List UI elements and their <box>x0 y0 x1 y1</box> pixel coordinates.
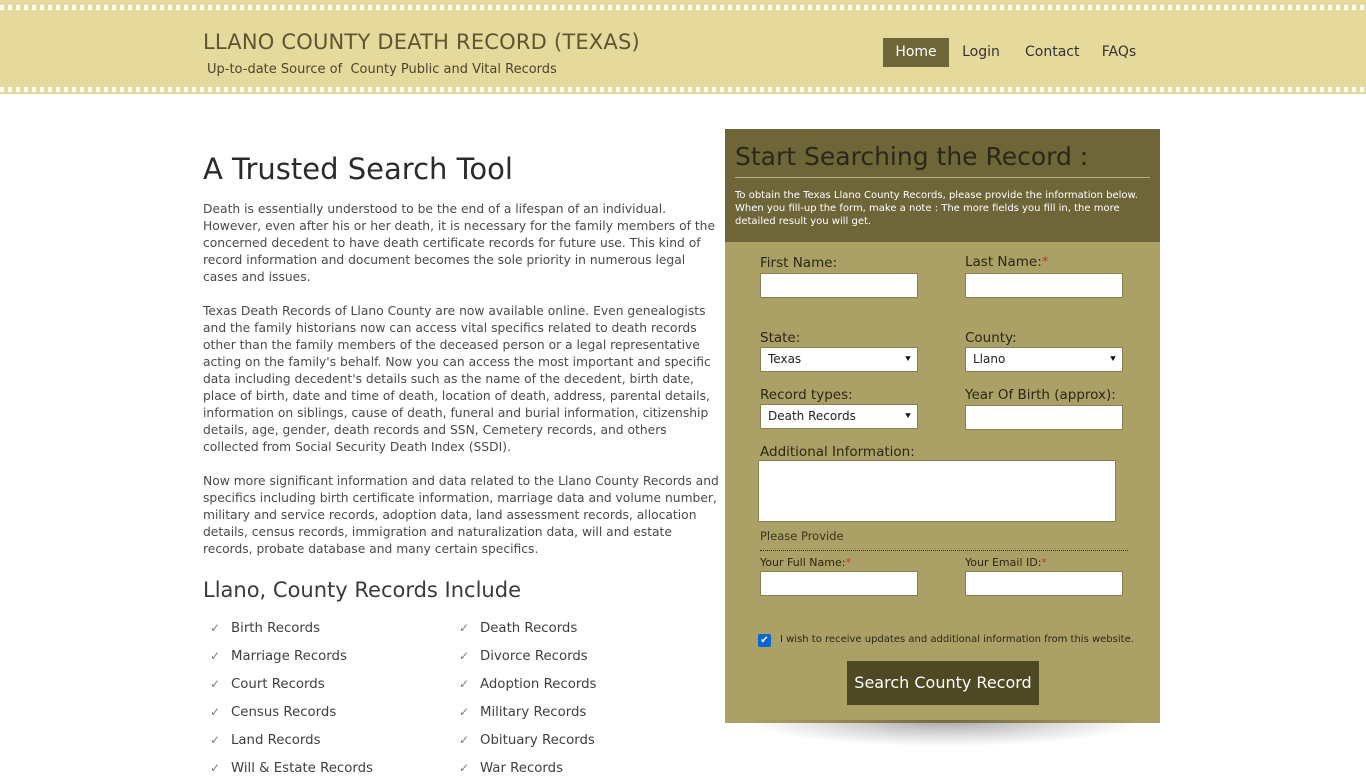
form-header: Start Searching the Record : To obtain t… <box>725 129 1160 242</box>
additional-info-textarea[interactable] <box>758 460 1116 522</box>
search-form: Start Searching the Record : To obtain t… <box>725 129 1160 723</box>
nav-home[interactable]: Home <box>883 38 949 67</box>
checkmark-icon: ✔ <box>760 635 769 646</box>
record-item: ✓ Military Records <box>459 702 586 722</box>
record-item-label: Obituary Records <box>480 733 595 748</box>
email-label: Your Email ID:* <box>965 556 1047 569</box>
state-select[interactable]: Texas ⯆ <box>760 347 918 372</box>
nav-login[interactable]: Login <box>960 38 1002 67</box>
required-mark: * <box>1041 254 1049 270</box>
intro-paragraph: Death is essentially understood to be th… <box>203 202 716 284</box>
checkmark-icon: ✓ <box>210 705 221 719</box>
record-types-label: Record types: <box>760 387 853 403</box>
record-item: ✓ Land Records <box>210 730 321 750</box>
checkmark-icon: ✓ <box>210 677 221 691</box>
state-value: Texas <box>768 352 802 366</box>
record-item-label: Will & Estate Records <box>231 761 373 776</box>
last-name-input[interactable] <box>965 273 1123 298</box>
site-title[interactable]: LLANO COUNTY DEATH RECORD (TEXAS) <box>203 30 640 54</box>
record-item: ✓ Divorce Records <box>459 646 588 666</box>
checkmark-icon: ✓ <box>210 733 221 747</box>
record-types-value: Death Records <box>768 409 856 423</box>
record-item: ✓ Will & Estate Records <box>210 758 373 778</box>
first-name-input[interactable] <box>760 273 918 298</box>
record-item-label: Adoption Records <box>480 677 597 692</box>
record-item-label: Court Records <box>231 677 325 692</box>
full-name-label: Your Full Name:* <box>760 556 851 569</box>
checkmark-icon: ✓ <box>459 705 470 719</box>
chevron-down-icon: ⯆ <box>904 411 912 422</box>
checkmark-icon: ✓ <box>210 761 221 775</box>
record-item: ✓ Adoption Records <box>459 674 596 694</box>
additional-info-label: Additional Information: <box>760 444 915 460</box>
updates-label: I wish to receive updates and additional… <box>780 634 1134 645</box>
required-mark: * <box>845 556 851 569</box>
county-value: Llano <box>973 352 1006 366</box>
form-title: Start Searching the Record : <box>735 142 1089 171</box>
record-item: ✓ Obituary Records <box>459 730 595 750</box>
county-select[interactable]: Llano ⯆ <box>965 347 1123 372</box>
site-tagline: Up-to-date Source of County Public and V… <box>207 62 557 77</box>
form-description: To obtain the Texas Llano County Records… <box>735 190 1138 227</box>
year-of-birth-input[interactable] <box>965 405 1123 430</box>
full-name-input[interactable] <box>760 571 918 596</box>
chevron-down-icon: ⯆ <box>904 354 912 365</box>
record-item: ✓ Census Records <box>210 702 336 722</box>
record-item-label: Land Records <box>231 733 321 748</box>
county-label: County: <box>965 330 1017 346</box>
email-input[interactable] <box>965 571 1123 596</box>
checkmark-icon: ✓ <box>459 733 470 747</box>
record-item: ✓ Court Records <box>210 674 325 694</box>
checkmark-icon: ✓ <box>210 649 221 663</box>
record-item-label: Divorce Records <box>480 649 588 664</box>
checkmark-icon: ✓ <box>210 621 221 635</box>
form-shadow <box>750 720 1140 746</box>
updates-checkbox[interactable]: ✔ <box>758 634 771 647</box>
page-heading: A Trusted Search Tool <box>203 152 513 186</box>
specifics-paragraph: Now more significant information and dat… <box>203 474 719 556</box>
first-name-label: First Name: <box>760 255 838 271</box>
record-item-label: Census Records <box>231 705 337 720</box>
records-heading: Llano, County Records Include <box>203 578 521 602</box>
provide-divider <box>760 550 1128 551</box>
record-item: ✓ Marriage Records <box>210 646 347 666</box>
chevron-down-icon: ⯆ <box>1109 354 1117 365</box>
title-divider <box>735 177 1150 178</box>
nav-faqs[interactable]: FAQs <box>1099 38 1139 67</box>
nav-contact[interactable]: Contact <box>1025 38 1079 67</box>
please-provide-label: Please Provide <box>760 529 844 543</box>
state-label: State: <box>760 330 801 346</box>
checkmark-icon: ✓ <box>459 621 470 635</box>
record-types-select[interactable]: Death Records ⯆ <box>760 404 918 429</box>
availability-paragraph: Texas Death Records of Llano County are … <box>203 304 711 454</box>
record-item: ✓ Birth Records <box>210 618 320 638</box>
record-item-label: War Records <box>480 761 564 776</box>
checkmark-icon: ✓ <box>459 761 470 775</box>
site-header: LLANO COUNTY DEATH RECORD (TEXAS) Up-to-… <box>0 0 1366 94</box>
year-of-birth-label: Year Of Birth (approx): <box>965 387 1116 403</box>
record-item: ✓ War Records <box>459 758 563 778</box>
last-name-label: Last Name:* <box>965 254 1049 270</box>
checkmark-icon: ✓ <box>459 649 470 663</box>
record-item-label: Military Records <box>480 705 587 720</box>
record-item-label: Birth Records <box>231 621 321 636</box>
checkmark-icon: ✓ <box>459 677 470 691</box>
required-mark: * <box>1041 556 1047 569</box>
search-county-record-button[interactable]: Search County Record <box>847 661 1039 705</box>
record-item-label: Marriage Records <box>231 649 347 664</box>
record-item-label: Death Records <box>480 621 578 636</box>
record-item: ✓ Death Records <box>459 618 577 638</box>
